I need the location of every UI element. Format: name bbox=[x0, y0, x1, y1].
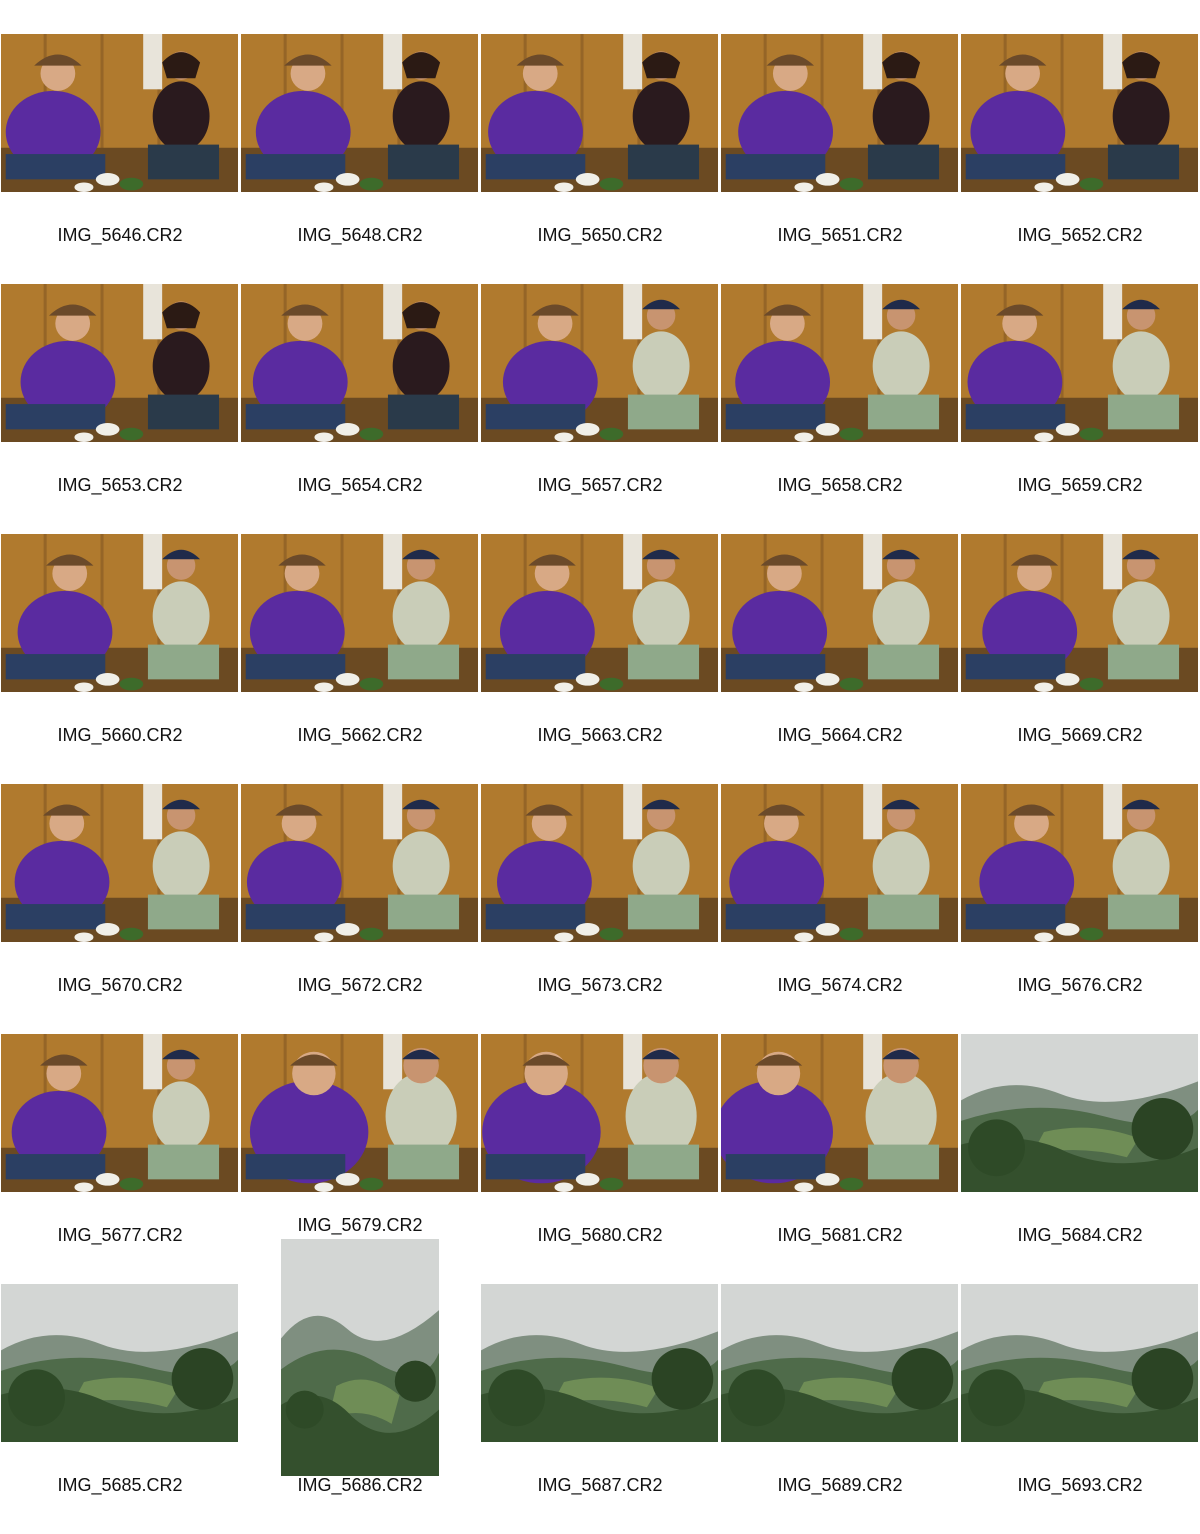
photo-thumbnail[interactable] bbox=[481, 784, 718, 942]
thumbnail-cell: IMG_5646.CR2 bbox=[0, 34, 240, 284]
thumbnail-cell: IMG_5689.CR2 bbox=[720, 1284, 960, 1534]
thumbnail-cell: IMG_5660.CR2 bbox=[0, 534, 240, 784]
thumbnail-filename: IMG_5658.CR2 bbox=[777, 475, 903, 495]
thumbnail-filename: IMG_5689.CR2 bbox=[777, 1475, 903, 1495]
thumbnail-filename: IMG_5674.CR2 bbox=[777, 975, 903, 995]
photo-thumbnail[interactable] bbox=[961, 534, 1198, 692]
thumbnail-cell: IMG_5664.CR2 bbox=[720, 534, 960, 784]
thumbnail-cell: IMG_5672.CR2 bbox=[240, 784, 480, 1034]
photo-thumbnail[interactable] bbox=[961, 34, 1198, 192]
thumbnail-filename: IMG_5686.CR2 bbox=[297, 1475, 423, 1495]
thumbnail-cell: IMG_5673.CR2 bbox=[480, 784, 720, 1034]
photo-thumbnail[interactable] bbox=[481, 1034, 718, 1192]
thumbnail-filename: IMG_5651.CR2 bbox=[777, 225, 903, 245]
photo-thumbnail[interactable] bbox=[961, 784, 1198, 942]
thumbnail-filename: IMG_5646.CR2 bbox=[57, 225, 183, 245]
thumbnail-filename: IMG_5648.CR2 bbox=[297, 225, 423, 245]
thumbnail-cell: IMG_5669.CR2 bbox=[960, 534, 1200, 784]
photo-thumbnail[interactable] bbox=[721, 1034, 958, 1192]
thumbnail-cell: IMG_5653.CR2 bbox=[0, 284, 240, 534]
photo-thumbnail[interactable] bbox=[481, 34, 718, 192]
thumbnail-cell: IMG_5676.CR2 bbox=[960, 784, 1200, 1034]
thumbnail-filename: IMG_5653.CR2 bbox=[57, 475, 183, 495]
thumbnail-cell: IMG_5658.CR2 bbox=[720, 284, 960, 534]
photo-thumbnail[interactable] bbox=[721, 784, 958, 942]
thumbnail-filename: IMG_5687.CR2 bbox=[537, 1475, 663, 1495]
thumbnail-filename: IMG_5669.CR2 bbox=[1017, 725, 1143, 745]
thumbnail-filename: IMG_5681.CR2 bbox=[777, 1225, 903, 1245]
photo-thumbnail[interactable] bbox=[481, 284, 718, 442]
thumbnail-filename: IMG_5652.CR2 bbox=[1017, 225, 1143, 245]
thumbnail-filename: IMG_5693.CR2 bbox=[1017, 1475, 1143, 1495]
photo-thumbnail[interactable] bbox=[961, 1034, 1198, 1192]
thumbnail-cell: IMG_5654.CR2 bbox=[240, 284, 480, 534]
thumbnail-filename: IMG_5673.CR2 bbox=[537, 975, 663, 995]
thumbnail-filename: IMG_5684.CR2 bbox=[1017, 1225, 1143, 1245]
thumbnail-filename: IMG_5676.CR2 bbox=[1017, 975, 1143, 995]
thumbnail-filename: IMG_5657.CR2 bbox=[537, 475, 663, 495]
thumbnail-filename: IMG_5660.CR2 bbox=[57, 725, 183, 745]
photo-thumbnail[interactable] bbox=[961, 1284, 1198, 1442]
thumbnail-filename: IMG_5663.CR2 bbox=[537, 725, 663, 745]
photo-thumbnail[interactable] bbox=[281, 1239, 439, 1476]
thumbnail-cell: IMG_5659.CR2 bbox=[960, 284, 1200, 534]
thumbnail-cell: IMG_5680.CR2 bbox=[480, 1034, 720, 1284]
photo-thumbnail[interactable] bbox=[721, 34, 958, 192]
photo-thumbnail[interactable] bbox=[1, 1284, 238, 1442]
photo-thumbnail[interactable] bbox=[1, 284, 238, 442]
photo-thumbnail[interactable] bbox=[1, 784, 238, 942]
thumbnail-filename: IMG_5650.CR2 bbox=[537, 225, 663, 245]
thumbnail-cell: IMG_5685.CR2 bbox=[0, 1284, 240, 1534]
thumbnail-filename: IMG_5654.CR2 bbox=[297, 475, 423, 495]
photo-thumbnail[interactable] bbox=[721, 534, 958, 692]
thumbnail-cell: IMG_5670.CR2 bbox=[0, 784, 240, 1034]
thumbnail-cell: IMG_5651.CR2 bbox=[720, 34, 960, 284]
thumbnail-cell: IMG_5681.CR2 bbox=[720, 1034, 960, 1284]
thumbnail-filename: IMG_5677.CR2 bbox=[57, 1225, 183, 1245]
photo-thumbnail[interactable] bbox=[241, 284, 478, 442]
contact-sheet: IMG_5646.CR2 IMG_5648.CR2 IMG_5650.CR2 I… bbox=[0, 0, 1200, 1500]
photo-thumbnail[interactable] bbox=[961, 284, 1198, 442]
photo-thumbnail[interactable] bbox=[1, 1034, 238, 1192]
thumbnail-cell: IMG_5686.CR2 bbox=[240, 1239, 480, 1534]
photo-thumbnail[interactable] bbox=[241, 1034, 478, 1192]
photo-thumbnail[interactable] bbox=[481, 1284, 718, 1442]
photo-thumbnail[interactable] bbox=[1, 34, 238, 192]
thumbnail-filename: IMG_5659.CR2 bbox=[1017, 475, 1143, 495]
photo-thumbnail[interactable] bbox=[481, 534, 718, 692]
thumbnail-cell: IMG_5662.CR2 bbox=[240, 534, 480, 784]
thumbnail-filename: IMG_5664.CR2 bbox=[777, 725, 903, 745]
thumbnail-cell: IMG_5650.CR2 bbox=[480, 34, 720, 284]
thumbnail-cell: IMG_5652.CR2 bbox=[960, 34, 1200, 284]
thumbnail-filename: IMG_5670.CR2 bbox=[57, 975, 183, 995]
photo-thumbnail[interactable] bbox=[721, 1284, 958, 1442]
thumbnail-filename: IMG_5662.CR2 bbox=[297, 725, 423, 745]
thumbnail-cell: IMG_5674.CR2 bbox=[720, 784, 960, 1034]
thumbnail-filename: IMG_5679.CR2 bbox=[297, 1215, 423, 1235]
thumbnail-filename: IMG_5672.CR2 bbox=[297, 975, 423, 995]
photo-thumbnail[interactable] bbox=[1, 534, 238, 692]
thumbnail-cell: IMG_5687.CR2 bbox=[480, 1284, 720, 1534]
thumbnail-cell: IMG_5693.CR2 bbox=[960, 1284, 1200, 1534]
thumbnail-cell: IMG_5657.CR2 bbox=[480, 284, 720, 534]
photo-thumbnail[interactable] bbox=[241, 34, 478, 192]
photo-thumbnail[interactable] bbox=[721, 284, 958, 442]
thumbnail-cell: IMG_5684.CR2 bbox=[960, 1034, 1200, 1284]
thumbnail-filename: IMG_5685.CR2 bbox=[57, 1475, 183, 1495]
thumbnail-cell: IMG_5663.CR2 bbox=[480, 534, 720, 784]
photo-thumbnail[interactable] bbox=[241, 784, 478, 942]
thumbnail-cell: IMG_5648.CR2 bbox=[240, 34, 480, 284]
thumbnail-filename: IMG_5680.CR2 bbox=[537, 1225, 663, 1245]
photo-thumbnail[interactable] bbox=[241, 534, 478, 692]
thumbnail-cell: IMG_5677.CR2 bbox=[0, 1034, 240, 1284]
